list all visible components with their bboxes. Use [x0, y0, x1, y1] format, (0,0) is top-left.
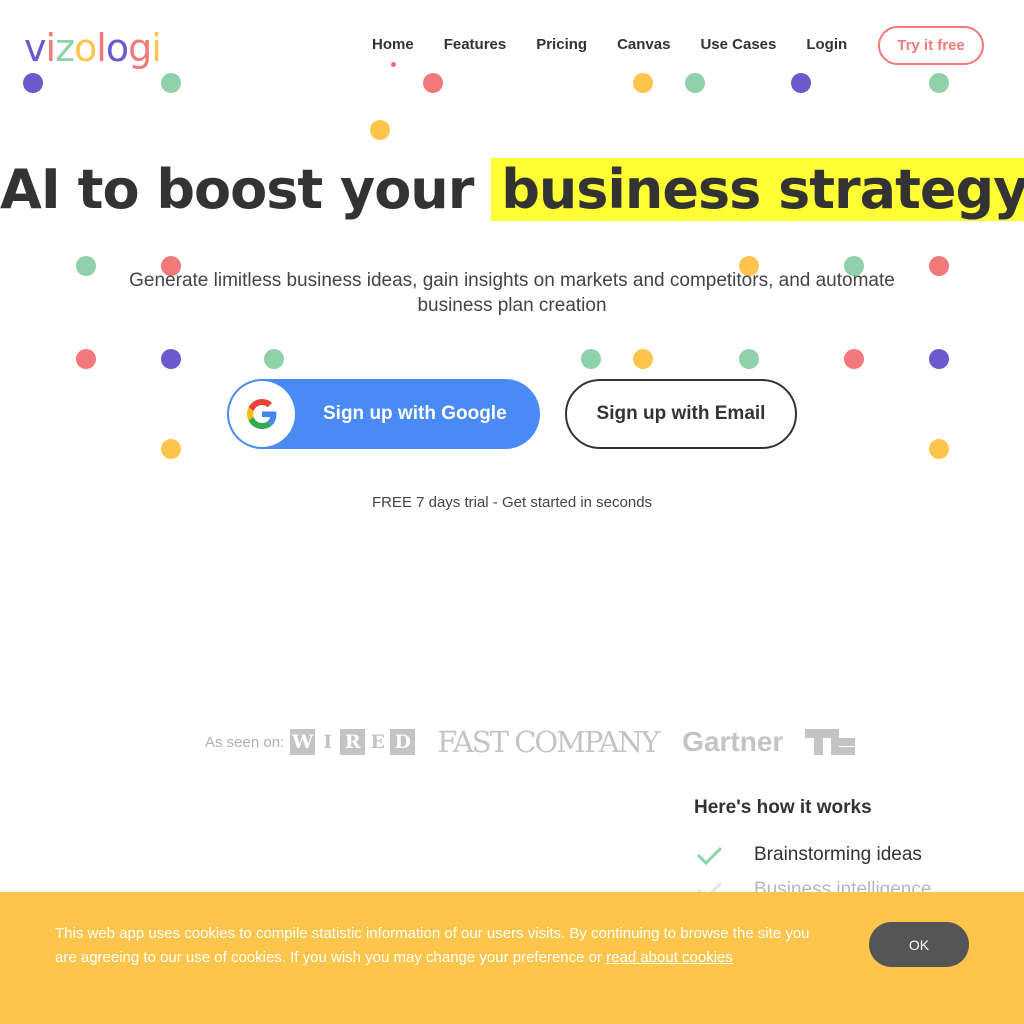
sign-up-email-button[interactable]: Sign up with Email — [565, 379, 797, 449]
checkmark-icon — [696, 846, 723, 866]
wired-logo: W I R E D — [290, 729, 416, 755]
dot — [791, 73, 811, 93]
dot — [633, 349, 653, 369]
cookie-ok-button[interactable]: OK — [869, 922, 969, 967]
dot — [23, 73, 43, 93]
wired-letter: D — [390, 729, 416, 755]
hero-subtitle: Generate limitless business ideas, gain … — [129, 270, 895, 316]
press-label: As seen on: — [205, 733, 285, 751]
nav-use-cases[interactable]: Use Cases — [700, 36, 776, 53]
main-nav: Home Features Pricing Canvas Use Cases L… — [372, 36, 877, 67]
dot — [685, 73, 705, 93]
google-button-label: Sign up with Google — [323, 403, 507, 424]
hero-headline: AI to boost your business strategy — [0, 158, 1024, 221]
nav-canvas[interactable]: Canvas — [617, 36, 670, 53]
how-it-works-title: Here's how it works — [694, 797, 872, 818]
how-item-brainstorming: Brainstorming ideas — [694, 840, 922, 870]
how-item-label: Brainstorming ideas — [754, 844, 922, 865]
dot — [739, 349, 759, 369]
dot — [423, 73, 443, 93]
cookie-banner: This web app uses cookies to compile sta… — [0, 892, 1024, 1024]
logo-letter: o — [105, 26, 129, 70]
nav-login[interactable]: Login — [806, 36, 847, 53]
headline-plain: AI to boost your — [0, 158, 474, 221]
dot — [929, 73, 949, 93]
google-icon — [229, 381, 295, 447]
nav-home[interactable]: Home — [372, 36, 414, 67]
dot — [76, 256, 96, 276]
logo-letter: i — [151, 26, 162, 70]
trial-text: FREE 7 days trial - Get started in secon… — [371, 494, 653, 511]
dot — [161, 439, 181, 459]
dot — [76, 349, 96, 369]
logo-letter: g — [128, 26, 152, 70]
dot — [929, 439, 949, 459]
wired-letter: W — [290, 729, 316, 755]
dot — [161, 349, 181, 369]
techcrunch-logo — [805, 729, 856, 755]
vizologi-logo[interactable]: vizologi — [24, 22, 162, 70]
dot — [264, 349, 284, 369]
nav-pricing[interactable]: Pricing — [536, 36, 587, 53]
try-it-free-button[interactable]: Try it free — [878, 26, 984, 65]
wired-letter: R — [340, 729, 366, 755]
fast-company-logo: FAST COMPANY — [437, 725, 660, 759]
wired-letter: E — [365, 729, 391, 755]
sign-up-google-button[interactable]: Sign up with Google — [227, 379, 540, 449]
logo-letter: o — [74, 26, 97, 70]
dot — [929, 349, 949, 369]
read-about-cookies-link[interactable]: read about cookies — [606, 949, 733, 966]
dot — [370, 120, 390, 140]
logo-letter: z — [55, 26, 75, 70]
dot — [929, 256, 949, 276]
gartner-logo: Gartner — [682, 726, 784, 757]
dot — [581, 349, 601, 369]
headline-highlight: business strategy — [491, 158, 1024, 221]
press-logos: As seen on: W I R E D FAST COMPANY Gartn… — [205, 724, 856, 760]
dot — [161, 73, 181, 93]
cookie-text: This web app uses cookies to compile sta… — [55, 922, 825, 970]
dot — [844, 349, 864, 369]
logo-letter: v — [24, 26, 46, 70]
logo-letter: i — [45, 26, 57, 70]
nav-features[interactable]: Features — [444, 36, 507, 53]
wired-letter: I — [315, 729, 341, 755]
logo-letter: l — [96, 26, 107, 70]
dot — [633, 73, 653, 93]
